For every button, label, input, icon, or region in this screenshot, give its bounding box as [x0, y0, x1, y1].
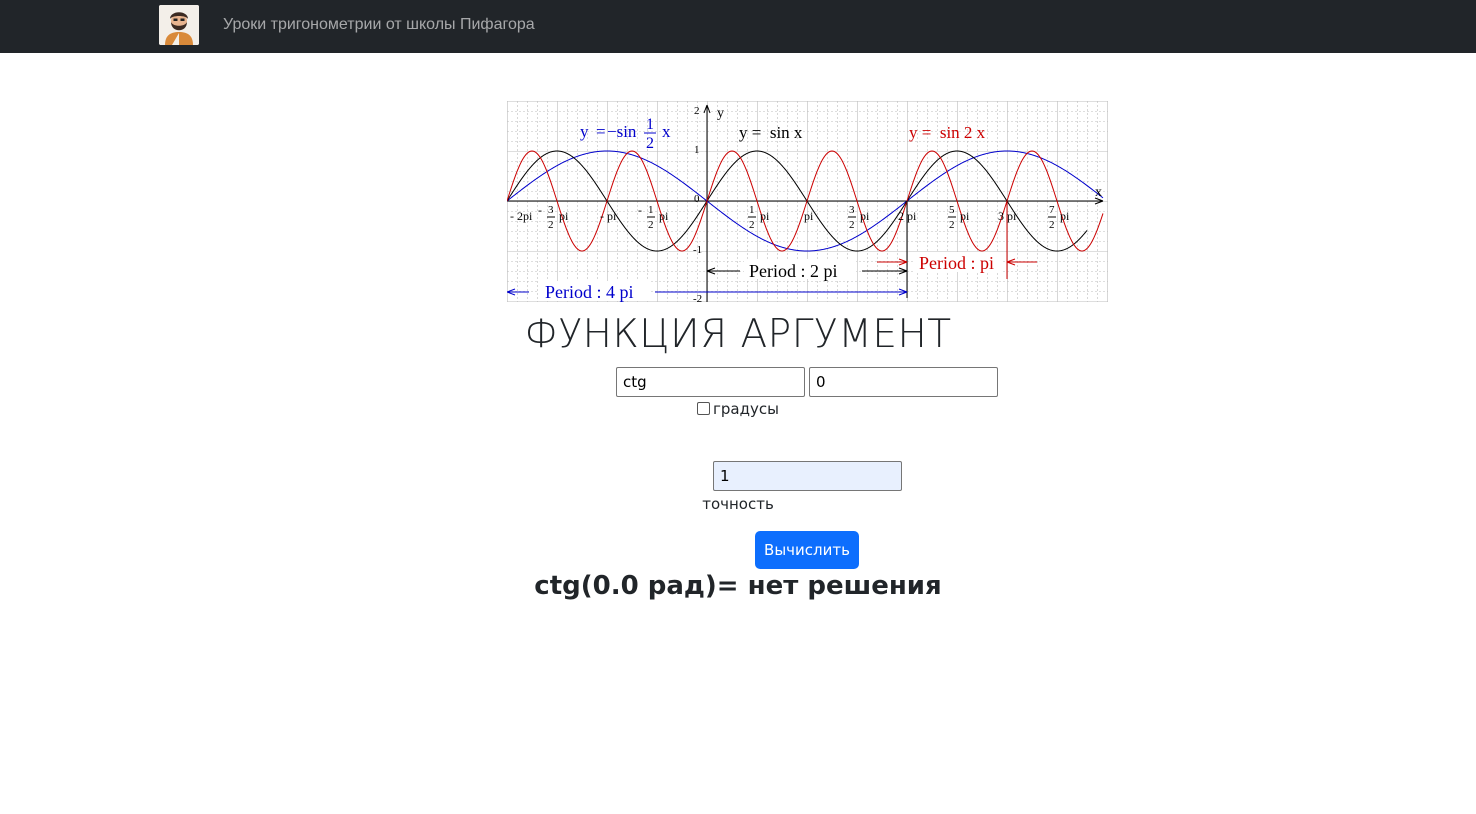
eq-blue-x: x	[662, 122, 671, 141]
x-tick-7-2-pi: pi	[1060, 209, 1070, 223]
x-tick-minus-1-2-pi: pi	[659, 209, 669, 223]
trig-graph-image: y = −sin 1 2 x y = sin x y = sin 2 x x y…	[507, 101, 1108, 302]
x-tick-5-2-num: 5	[949, 204, 955, 216]
degrees-option[interactable]: градусы	[0, 400, 1476, 418]
axis-x-letter: x	[1095, 185, 1102, 200]
x-tick-3-2-pi: pi	[860, 209, 870, 223]
x-tick-5-2-pi: pi	[960, 209, 970, 223]
x-tick-1-2-pi: pi	[760, 209, 770, 223]
x-tick-7-2-num: 7	[1049, 204, 1055, 216]
x-tick-minus-3-2-sign: -	[538, 203, 542, 217]
eq-blue-den: 2	[646, 135, 654, 152]
axis-y-letter: y	[717, 106, 724, 121]
y-tick-0: 0	[694, 193, 700, 205]
y-tick-minus-1: -1	[693, 244, 702, 256]
period-4pi-label: Period : 4 pi	[545, 282, 634, 302]
x-tick-minus-1-2-sign: -	[638, 203, 642, 217]
x-tick-5-2-den: 2	[949, 219, 955, 231]
x-tick-3-2-num: 3	[849, 204, 855, 216]
degrees-checkbox[interactable]	[697, 402, 711, 415]
x-tick-minus-2pi: - 2pi	[510, 209, 533, 223]
x-tick-minus-1-2-den: 2	[648, 219, 654, 231]
x-tick-minus-3-2-num: 3	[548, 204, 554, 216]
precision-input[interactable]	[713, 461, 902, 491]
eq-blue-y: y	[580, 122, 589, 141]
y-tick-1: 1	[694, 144, 700, 156]
x-tick-minus-3-2-den: 2	[548, 219, 554, 231]
period-2pi-label: Period : 2 pi	[749, 261, 838, 281]
equation-sin-x: y = sin x	[739, 123, 803, 142]
y-tick-minus-2: -2	[693, 293, 702, 302]
eq-blue-num: 1	[646, 116, 654, 133]
function-input[interactable]	[616, 367, 805, 397]
degrees-label: градусы	[713, 400, 779, 418]
navbar: Уроки тригонометрии от школы Пифагора	[0, 0, 1476, 53]
x-tick-minus-pi: - pi	[600, 209, 617, 223]
equation-sin-2x: y = sin 2 x	[909, 123, 986, 142]
site-title[interactable]: Уроки тригонометрии от школы Пифагора	[223, 16, 535, 34]
eq-blue-eq: =	[596, 122, 606, 141]
period-pi-label: Period : pi	[919, 253, 994, 273]
x-tick-pi: pi	[804, 209, 814, 223]
x-tick-2pi: 2 pi	[898, 209, 917, 223]
x-tick-1-2-num: 1	[749, 204, 755, 216]
x-tick-1-2-den: 2	[749, 219, 755, 231]
argument-input[interactable]	[809, 367, 998, 397]
page-title: ФУНКЦИЯ АРГУМЕНТ	[524, 312, 952, 357]
calculate-button[interactable]: Вычислить	[755, 531, 859, 569]
x-tick-minus-3-2-pi: pi	[559, 209, 569, 223]
y-tick-2: 2	[694, 105, 700, 117]
x-tick-7-2-den: 2	[1049, 219, 1055, 231]
x-tick-3-2-den: 2	[849, 219, 855, 231]
pythagoras-avatar-icon[interactable]	[159, 5, 199, 45]
result-text: ctg(0.0 рад)= нет решения	[534, 571, 942, 601]
eq-blue-sin: −sin	[607, 122, 637, 141]
precision-label: точность	[702, 495, 774, 513]
x-tick-3pi: 3 pi	[998, 209, 1017, 223]
x-tick-minus-1-2-num: 1	[648, 204, 654, 216]
